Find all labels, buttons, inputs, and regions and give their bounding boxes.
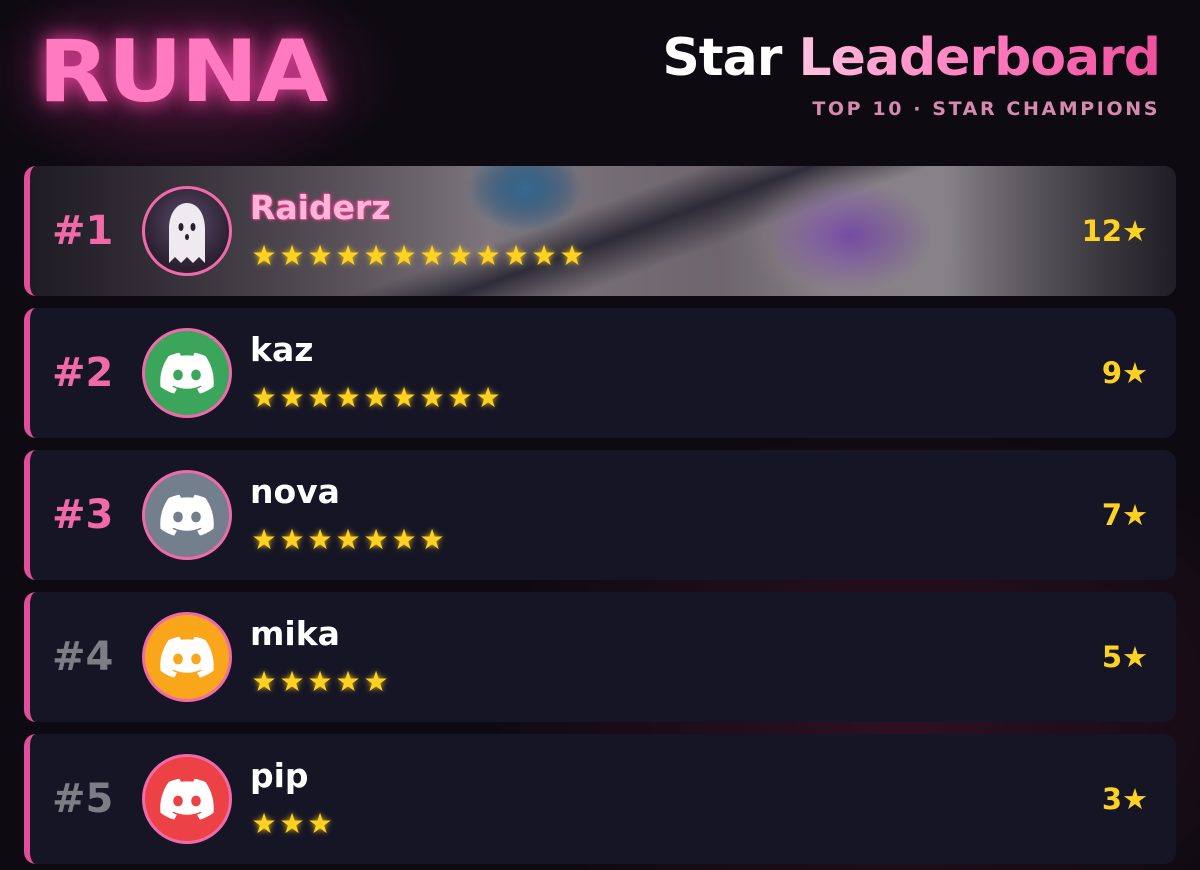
star-icon: ★ (475, 381, 501, 414)
page-subtitle: TOP 10 · STAR CHAMPIONS (812, 98, 1160, 120)
star-count: 7★ (1101, 498, 1148, 532)
star-icon: ★ (447, 239, 473, 272)
discord-avatar-icon (142, 612, 232, 702)
star-icon: ★ (391, 523, 417, 556)
star-count: 5★ (1101, 640, 1148, 674)
star-icon: ★ (279, 239, 305, 272)
player-name: nova (250, 472, 340, 511)
star-icon: ★ (363, 381, 389, 414)
star-icon: ★ (251, 523, 277, 556)
star-rating: ★ ★ ★ ★ ★ (250, 664, 390, 700)
star-icon: ★ (335, 381, 361, 414)
leaderboard-row[interactable]: #3 nova ★ ★ ★ ★ ★ ★ ★ 7★ (24, 450, 1176, 580)
star-icon: ★ (391, 381, 417, 414)
star-icon: ★ (391, 239, 417, 272)
star-rating: ★ ★ ★ ★ ★ ★ ★ ★ ★ ★ ★ ★ (250, 238, 586, 274)
title-word-star: Star (662, 28, 782, 88)
player-name: kaz (250, 330, 314, 369)
page-title: Star Leaderboard (662, 28, 1161, 88)
star-icon: ★ (559, 239, 585, 272)
star-icon: ★ (307, 807, 333, 840)
star-icon: ★ (251, 807, 277, 840)
star-icon: ★ (531, 239, 557, 272)
star-count: 9★ (1101, 356, 1148, 390)
star-icon: ★ (279, 807, 305, 840)
star-icon: ★ (307, 381, 333, 414)
star-icon: ★ (307, 523, 333, 556)
star-icon: ★ (363, 239, 389, 272)
star-icon: ★ (307, 239, 333, 272)
star-icon: ★ (251, 665, 277, 698)
star-icon: ★ (447, 381, 473, 414)
star-icon: ★ (279, 523, 305, 556)
star-count: 12★ (1081, 214, 1148, 248)
brand-logo: RUNA (38, 22, 328, 122)
star-icon: ★ (503, 239, 529, 272)
ghost-avatar-icon (142, 186, 232, 276)
star-rating: ★ ★ ★ ★ ★ ★ ★ (250, 522, 446, 558)
star-icon: ★ (419, 523, 445, 556)
rank-label: #3 (52, 492, 114, 538)
star-icon: ★ (419, 239, 445, 272)
star-icon: ★ (363, 665, 389, 698)
star-icon: ★ (307, 665, 333, 698)
rank-label: #2 (52, 350, 114, 396)
star-icon: ★ (251, 239, 277, 272)
title-word-leaderboard: Leaderboard (798, 28, 1161, 88)
discord-avatar-icon (142, 470, 232, 560)
star-icon: ★ (335, 523, 361, 556)
rank-label: #5 (52, 776, 114, 822)
leaderboard-page: RUNA Star Leaderboard TOP 10 · STAR CHAM… (0, 0, 1200, 870)
star-icon: ★ (475, 239, 501, 272)
rank-label: #4 (52, 634, 114, 680)
discord-avatar-icon (142, 754, 232, 844)
rank-label: #1 (52, 208, 114, 254)
star-icon: ★ (335, 665, 361, 698)
star-icon: ★ (335, 239, 361, 272)
discord-avatar-icon (142, 328, 232, 418)
player-name: mika (250, 614, 340, 653)
player-name: pip (250, 756, 309, 795)
leaderboard-list: #1 Raiderz ★ ★ ★ ★ ★ ★ ★ ★ ★ ★ ★ ★ 12★ #2 (24, 166, 1176, 870)
star-rating: ★ ★ ★ ★ ★ ★ ★ ★ ★ (250, 380, 502, 416)
star-rating: ★ ★ ★ (250, 806, 334, 842)
star-icon: ★ (279, 665, 305, 698)
leaderboard-row[interactable]: #5 pip ★ ★ ★ 3★ (24, 734, 1176, 864)
star-count: 3★ (1101, 782, 1148, 816)
star-icon: ★ (363, 523, 389, 556)
player-name: Raiderz (250, 188, 391, 227)
leaderboard-row[interactable]: #2 kaz ★ ★ ★ ★ ★ ★ ★ ★ ★ 9★ (24, 308, 1176, 438)
star-icon: ★ (251, 381, 277, 414)
star-icon: ★ (279, 381, 305, 414)
leaderboard-row[interactable]: #4 mika ★ ★ ★ ★ ★ 5★ (24, 592, 1176, 722)
star-icon: ★ (419, 381, 445, 414)
leaderboard-row[interactable]: #1 Raiderz ★ ★ ★ ★ ★ ★ ★ ★ ★ ★ ★ ★ 12★ (24, 166, 1176, 296)
